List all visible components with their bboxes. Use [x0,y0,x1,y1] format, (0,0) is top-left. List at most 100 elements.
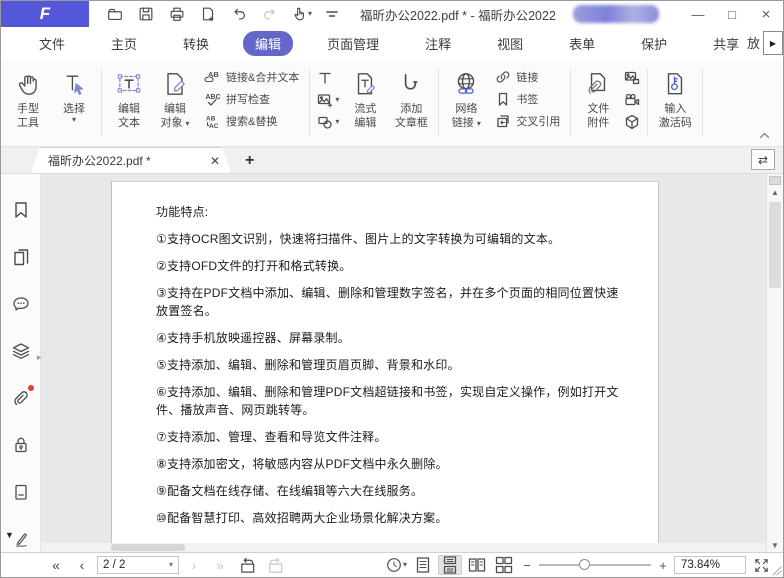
document-viewport[interactable]: 功能特点: ①支持OCR图文识别，快速将扫描件、图片上的文字转换为可编辑的文本。… [41,174,766,552]
tab-share[interactable]: 共享 [701,31,751,56]
comments-panel-button[interactable] [10,294,32,314]
media-tools-group [621,63,643,144]
insert-image-annotation-button[interactable] [624,69,640,86]
new-document-button[interactable] [196,3,220,25]
pdf-page[interactable]: 功能特点: ①支持OCR图文识别，快速将扫描件、图片上的文字转换为可编辑的文本。… [111,181,659,552]
single-page-view-button[interactable] [411,555,435,575]
tab-view[interactable]: 视图 [485,31,535,56]
edit-text-button[interactable]: 编辑 文本 [106,63,152,144]
select-tool-button[interactable]: 选择 ▾ [51,63,97,144]
folder-open-icon [106,5,124,23]
tab-scroll-right-button[interactable]: ▶ [763,31,783,55]
minimize-button[interactable]: — [681,2,715,26]
search-replace-button[interactable]: ABAC 搜索&替换 [202,112,301,130]
tab-home[interactable]: 主页 [99,31,149,56]
link-icon [495,69,511,85]
zoom-slider-thumb[interactable] [579,559,590,570]
switch-tabs-button[interactable]: ⇄ [751,149,775,170]
bookmarks-panel-button[interactable] [10,200,32,220]
ribbon-separator [702,69,703,136]
insert-video-button[interactable] [624,91,640,108]
hand-tool-button[interactable]: 手型 工具 [5,63,51,144]
touch-mode-button[interactable]: ▾ [289,3,313,25]
print-button[interactable] [165,3,189,25]
add-text-button[interactable] [317,69,339,86]
zoom-out-button[interactable]: − [521,558,533,573]
flow-edit-button[interactable]: 流式 编辑 [342,63,388,144]
attachments-panel-button[interactable] [10,388,32,408]
zoom-in-button[interactable]: + [657,558,669,573]
last-page-button[interactable]: » [209,558,231,572]
ribbon-tab-bar: 文件 主页 转换 编辑 页面管理 注释 视图 表单 保护 共享 云服务 云会议 … [1,27,783,59]
text-tools-group: AB 链接&合并文本 ABC 拼写检查 ABAC 搜索&替换 [198,63,305,144]
edit-object-button[interactable]: 编辑 对象 ▾ [152,63,198,144]
close-button[interactable]: × [749,2,783,26]
tab-file[interactable]: 文件 [27,31,77,56]
pages-panel-button[interactable] [10,247,32,267]
svg-text:AB: AB [206,115,216,122]
horizontal-scrollbar-thumb[interactable] [111,544,185,551]
cross-reference-button[interactable]: 交叉引用 [493,112,562,130]
security-panel-button[interactable] [10,435,32,455]
scroll-up-arrow[interactable]: ▲ [767,188,783,197]
add-shapes-button[interactable]: ▾ [317,113,339,130]
status-tool-selector[interactable]: ▾ [384,555,408,575]
app-logo[interactable]: F [1,1,89,27]
button-label: 输入 激活码 [659,102,692,130]
status-bar: « ‹ 2 / 2 ▾ › » ▾ − + 73.84% [1,552,783,577]
redo-button[interactable] [258,3,282,25]
next-view-button[interactable] [263,555,287,575]
tab-form[interactable]: 表单 [557,31,607,56]
open-file-button[interactable] [103,3,127,25]
tab-page-manage[interactable]: 页面管理 [315,31,391,56]
zoom-slider-track[interactable] [539,564,651,566]
file-attachment-button[interactable]: 文件 附件 [575,63,621,144]
button-label: 编辑 文本 [118,102,140,130]
tab-close-icon[interactable]: ✕ [210,154,220,168]
add-image-button[interactable]: ▾ [317,91,339,108]
spell-check-button[interactable]: ABC 拼写检查 [202,90,301,108]
destinations-panel-button[interactable] [10,482,32,502]
vertical-scrollbar-thumb[interactable] [769,202,781,288]
next-page-button[interactable]: › [183,558,205,572]
insert-3d-button[interactable] [624,113,640,130]
link-button[interactable]: 链接 [493,68,562,86]
customize-toolbar-button[interactable] [320,3,344,25]
vertical-scrollbar[interactable]: ▲ ▼ [766,174,783,552]
continuous-pages-icon [441,556,459,574]
continuous-view-button[interactable] [438,555,462,575]
user-account-badge[interactable] [573,5,659,23]
maximize-button[interactable]: □ [715,2,749,26]
page-number-box[interactable]: 2 / 2 ▾ [97,556,179,574]
window-resize-grip[interactable] [770,564,782,576]
add-article-box-button[interactable]: 添加 文章框 [388,63,434,144]
facing-continuous-view-button[interactable] [492,555,516,575]
new-tab-button[interactable]: + [245,152,254,170]
layers-panel-button[interactable] [10,341,32,361]
more-panels-button[interactable]: ▼ [5,530,14,540]
scroll-down-arrow[interactable]: ▼ [767,541,783,550]
button-label: 搜索&替换 [226,113,277,129]
panel-expand-handle[interactable]: ▸ [37,352,42,363]
dropdown-caret: ▾ [169,561,173,569]
activation-code-button[interactable]: 输入 激活码 [652,63,698,144]
document-tab[interactable]: 福昕办公2022.pdf * ✕ [31,147,231,173]
collapse-ribbon-button[interactable] [758,131,771,140]
bookmark-button[interactable]: 书签 [493,90,562,108]
tab-edit[interactable]: 编辑 [243,31,293,56]
facing-view-button[interactable] [465,555,489,575]
save-button[interactable] [134,3,158,25]
tab-protect[interactable]: 保护 [629,31,679,56]
link-merge-text-button[interactable]: AB 链接&合并文本 [202,68,301,86]
web-link-button[interactable]: 网络 链接 ▾ [443,63,489,144]
undo-button[interactable] [227,3,251,25]
previous-view-button[interactable] [235,555,259,575]
zoom-level-box[interactable]: 73.84% [674,556,746,574]
tab-convert[interactable]: 转换 [171,31,221,56]
tab-comment[interactable]: 注释 [413,31,463,56]
previous-page-button[interactable]: ‹ [71,558,93,572]
split-view-handle[interactable] [769,176,781,185]
first-page-button[interactable]: « [45,558,67,572]
zoom-value: 73.84% [681,559,720,571]
horizontal-scrollbar[interactable] [41,543,766,552]
